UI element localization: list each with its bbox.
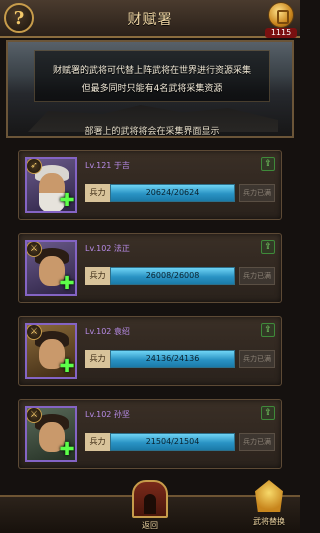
bow-icon: ➶ xyxy=(27,159,42,174)
general-portrait[interactable]: ⚔ ✚ xyxy=(25,323,77,379)
recall-arrow-icon[interactable]: ⇪ xyxy=(261,240,275,254)
gate-icon xyxy=(132,480,168,518)
general-portrait[interactable]: ⚔ ✚ xyxy=(25,406,77,462)
add-troops-icon[interactable]: ✚ xyxy=(59,358,75,376)
banner-line-3: 部署上的武将将会在采集界面显示 xyxy=(84,127,220,137)
troop-label: 兵力 xyxy=(85,184,110,202)
sword-icon: ⚔ xyxy=(27,408,42,423)
general-card: ➶ ✚ Lv.121 于吉 ⇪ 兵力 20624/20624 兵力已满 xyxy=(18,150,282,220)
troop-label: 兵力 xyxy=(85,433,110,451)
currency-display[interactable]: 1115 xyxy=(265,2,297,38)
top-bar: ? 财赋署 1115 xyxy=(0,0,300,38)
troop-value: 20624/20624 xyxy=(145,188,200,197)
sword-icon: ⚔ xyxy=(27,325,42,340)
troop-value: 24136/24136 xyxy=(145,354,200,363)
troop-value: 21504/21504 xyxy=(145,437,200,446)
troops-full-button[interactable]: 兵力已满 xyxy=(239,350,275,368)
general-portrait[interactable]: ➶ ✚ xyxy=(25,157,77,213)
troop-bar: 21504/21504 xyxy=(110,433,235,451)
troop-label: 兵力 xyxy=(85,350,110,368)
general-card: ⚔ ✚ Lv.102 法正 ⇪ 兵力 26008/26008 兵力已满 xyxy=(18,233,282,303)
swap-general-button[interactable]: 武将替换 xyxy=(243,478,295,533)
banner-line-1: 财赋署的武将可代替上阵武将在世界进行资源采集 xyxy=(52,66,251,76)
general-card: ⚔ ✚ Lv.102 袁绍 ⇪ 兵力 24136/24136 兵力已满 xyxy=(18,316,282,386)
page-title: 财赋署 xyxy=(127,12,173,28)
troop-bar: 26008/26008 xyxy=(110,267,235,285)
general-portrait[interactable]: ⚔ ✚ xyxy=(25,240,77,296)
troop-bar: 20624/20624 xyxy=(110,184,235,202)
banner-line-2: 但最多同时只能有4名武将采集资源 xyxy=(81,84,223,94)
troops-full-button[interactable]: 兵力已满 xyxy=(239,267,275,285)
troop-row: 兵力 21504/21504 xyxy=(85,433,245,451)
troops-full-button[interactable]: 兵力已满 xyxy=(239,433,275,451)
troop-value: 26008/26008 xyxy=(145,271,200,280)
currency-count: 1115 xyxy=(265,28,297,38)
add-troops-icon[interactable]: ✚ xyxy=(59,275,75,293)
troops-full-button[interactable]: 兵力已满 xyxy=(239,184,275,202)
swap-label: 武将替换 xyxy=(253,517,285,526)
recall-arrow-icon[interactable]: ⇪ xyxy=(261,323,275,337)
troop-row: 兵力 20624/20624 xyxy=(85,184,245,202)
general-card: ⚔ ✚ Lv.102 孙坚 ⇪ 兵力 21504/21504 兵力已满 xyxy=(18,399,282,469)
general-level-name: Lv.121 于吉 xyxy=(85,161,130,170)
troop-bar: 24136/24136 xyxy=(110,350,235,368)
add-troops-icon[interactable]: ✚ xyxy=(59,192,75,210)
troop-label: 兵力 xyxy=(85,267,110,285)
sword-icon: ⚔ xyxy=(27,242,42,257)
coin-icon xyxy=(268,2,294,28)
general-level-name: Lv.102 袁绍 xyxy=(85,327,130,336)
info-banner: 财赋署的武将可代替上阵武将在世界进行资源采集 但最多同时只能有4名武将采集资源 … xyxy=(6,40,294,138)
back-label: 返回 xyxy=(142,521,158,530)
back-button[interactable]: 返回 xyxy=(120,480,180,533)
general-level-name: Lv.102 孙坚 xyxy=(85,410,130,419)
recall-arrow-icon[interactable]: ⇪ xyxy=(261,157,275,171)
general-level-name: Lv.102 法正 xyxy=(85,244,130,253)
info-box xyxy=(34,50,270,102)
recall-arrow-icon[interactable]: ⇪ xyxy=(261,406,275,420)
troop-row: 兵力 26008/26008 xyxy=(85,267,245,285)
helmet-icon xyxy=(255,480,283,512)
add-troops-icon[interactable]: ✚ xyxy=(59,441,75,459)
troop-row: 兵力 24136/24136 xyxy=(85,350,245,368)
